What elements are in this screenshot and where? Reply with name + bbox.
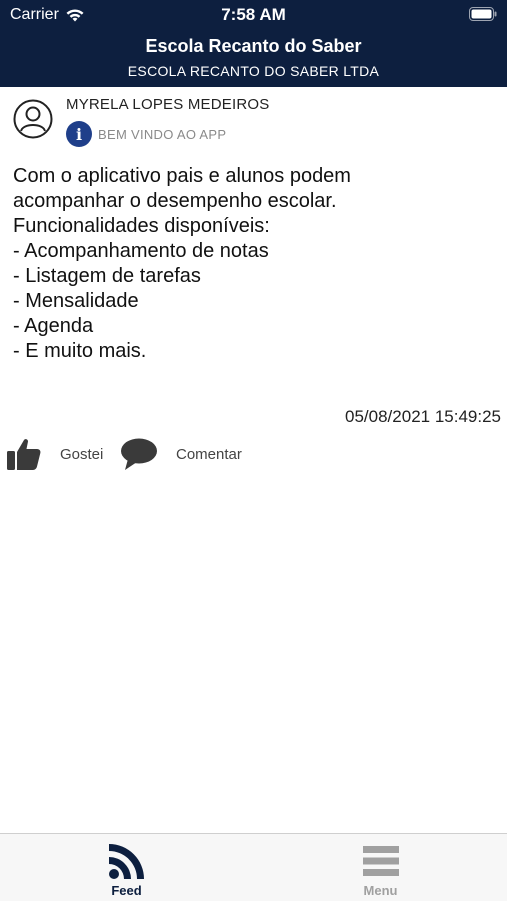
avatar-icon xyxy=(13,99,53,139)
post-tag: i BEM VINDO AO APP xyxy=(66,121,226,147)
bottom-tab-bar: Feed Menu xyxy=(0,833,507,901)
status-time: 7:58 AM xyxy=(221,5,286,24)
app-subtitle: ESCOLA RECANTO DO SABER LTDA xyxy=(127,63,380,79)
post-body-line: - Mensalidade xyxy=(13,290,139,312)
post-body-line: acompanhar o desempenho escolar. xyxy=(13,190,337,212)
tab-feed-label: Feed xyxy=(111,883,142,898)
post-body: Com o aplicativo pais e alunos podem aco… xyxy=(13,164,493,364)
battery-icon xyxy=(469,7,497,21)
like-button[interactable]: Gostei xyxy=(60,446,103,463)
rss-feed-icon xyxy=(109,844,144,879)
post-body-line: - E muito mais. xyxy=(13,340,147,362)
post-body-line: - Listagem de tarefas xyxy=(13,265,201,287)
menu-icon xyxy=(363,846,399,876)
thumbs-up-icon[interactable] xyxy=(6,437,42,471)
info-icon: i xyxy=(66,121,92,147)
post-body-line: - Agenda xyxy=(13,315,94,337)
post-tag-label: BEM VINDO AO APP xyxy=(98,126,227,142)
post-actions: Gostei Comentar xyxy=(0,435,507,475)
post-body-line: Com o aplicativo pais e alunos podem xyxy=(13,165,351,187)
tab-menu[interactable]: Menu xyxy=(254,834,507,901)
post-timestamp: 05/08/2021 15:49:25 xyxy=(345,407,501,426)
post-body-line: Funcionalidades disponíveis: xyxy=(13,215,270,237)
post-author: MYRELA LOPES MEDEIROS xyxy=(66,96,270,113)
post-body-line: - Acompanhamento de notas xyxy=(13,240,269,262)
app-title: Escola Recanto do Saber xyxy=(145,36,362,56)
app-header: Carrier 7:58 AM Escola Recanto do Saber … xyxy=(0,0,507,87)
tab-feed[interactable]: Feed xyxy=(0,834,253,901)
status-bar: Carrier 7:58 AM xyxy=(0,0,507,30)
speech-bubble-icon[interactable] xyxy=(120,437,158,471)
tab-menu-label: Menu xyxy=(363,883,398,898)
comment-button[interactable]: Comentar xyxy=(176,446,242,463)
